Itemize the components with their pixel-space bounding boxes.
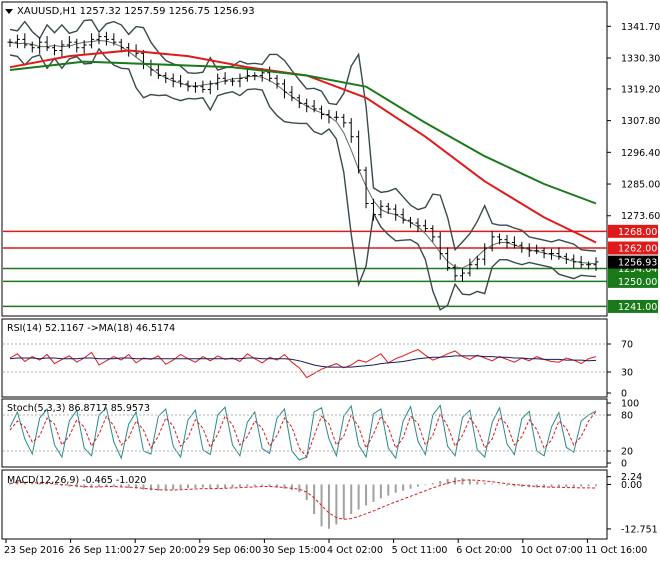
level-tag-label: 1268.00 [618,227,657,238]
price-tick-label: 1296.40 [621,148,660,159]
time-tick-label: 6 Oct 20:00 [456,545,512,556]
level-tag-label: 1250.00 [618,277,657,288]
time-tick-label: 27 Sep 20:00 [133,545,196,556]
time-tick-label: 10 Oct 07:00 [521,545,583,556]
axis-tick-label: 30 [621,368,633,379]
price-tick-label: 1330.30 [621,54,660,65]
price-tick-label: 1319.20 [621,84,660,95]
stochastic-panel[interactable]: 10080 200 Stoch(5,3,3) 86.8717 85.9573 [1,398,639,470]
price-tick-label: 1273.60 [621,211,660,222]
axis-tick-label: 70 [621,340,633,351]
axis-tick-label: 80 [621,411,633,422]
macd-panel[interactable]: 2.240.00-12.751 MACD(12,26,9) -0.465 -1.… [1,469,658,540]
price-tick-label: 1307.80 [621,116,660,127]
chart-canvas: 1268.001262.001254.641250.001241.001256.… [0,0,660,560]
stochastic-label: Stoch(5,3,3) 86.8717 85.9573 [7,403,150,414]
price-tick-label: 1285.00 [621,180,660,191]
main-panel[interactable]: 1268.001262.001254.641250.001241.001256.… [1,1,660,317]
time-tick-label: 5 Oct 11:00 [392,545,448,556]
axis-tick-label: 0.00 [621,480,642,491]
time-tick-label: 4 Oct 02:00 [327,545,383,556]
level-tag-label: 1262.00 [618,244,657,255]
time-tick-label: 11 Oct 16:00 [585,545,647,556]
symbol-label: XAUUSD,H1 1257.32 1257.59 1256.75 1256.9… [17,6,255,17]
axis-tick-label: -12.751 [621,524,658,535]
time-tick-label: 29 Sep 06:00 [198,545,261,556]
macd-label: MACD(12,26,9) -0.465 -1.020 [7,475,146,486]
level-tag-label: 1241.00 [618,302,657,313]
axis-tick-label: 0 [621,459,627,470]
time-tick-label: 26 Sep 11:00 [69,545,132,556]
axis-tick-label: 100 [621,399,639,410]
rsi-panel[interactable]: 70300 RSI(14) 52.1167 ->MA(18) 46.5174 [1,318,633,400]
price-tick-label: 1341.70 [621,22,660,33]
rsi-label: RSI(14) 52.1167 ->MA(18) 46.5174 [7,323,175,334]
current-price-label: 1256.93 [618,258,657,269]
chart-window: 1268.00 1262.00 1254.64 1250.00 1241.00 1256.… [0,0,660,560]
time-tick-label: 30 Sep 15:00 [262,545,325,556]
axis-tick-label: 20 [621,447,633,458]
time-tick-label: 23 Sep 2016 [4,545,64,556]
